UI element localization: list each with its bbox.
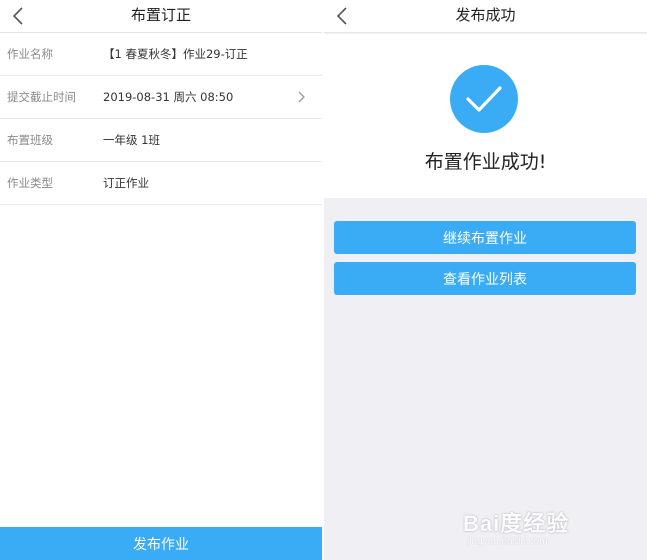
row-value: 订正作业 xyxy=(103,176,149,190)
row-homework-name: 作业名称 【1 春夏秋冬】作业29-订正 xyxy=(0,33,322,76)
watermark-url: jingyan.baidu.com xyxy=(467,536,548,547)
success-message: 布置作业成功! xyxy=(424,151,547,173)
row-label: 布置班级 xyxy=(7,133,53,147)
page-title: 发布成功 xyxy=(455,6,516,24)
publish-success-screen: 发布成功 布置作业成功! 继续布置作业 查看作业列表 Bai度经验 jingya… xyxy=(324,0,647,560)
assign-correction-screen: 布置订正 作业名称 【1 春夏秋冬】作业29-订正 提交截止时间 2019-08… xyxy=(0,0,322,560)
publish-homework-button[interactable]: 发布作业 xyxy=(0,527,322,560)
watermark: Bai度经验 jingyan.baidu.com xyxy=(463,506,613,550)
check-icon xyxy=(466,86,502,112)
chevron-right-icon xyxy=(298,91,305,103)
success-badge xyxy=(450,65,518,133)
success-panel: 布置作业成功! xyxy=(324,34,647,198)
row-deadline[interactable]: 提交截止时间 2019-08-31 周六 08:50 xyxy=(0,76,322,119)
row-value: 【1 春夏秋冬】作业29-订正 xyxy=(103,47,248,61)
view-homework-list-button[interactable]: 查看作业列表 xyxy=(334,262,636,295)
watermark-logo: Bai度经验 xyxy=(463,511,570,536)
nav-bar: 发布成功 xyxy=(324,0,647,33)
screenshot-root: 布置订正 作业名称 【1 春夏秋冬】作业29-订正 提交截止时间 2019-08… xyxy=(0,0,647,560)
row-label: 提交截止时间 xyxy=(7,90,76,104)
row-homework-type: 作业类型 订正作业 xyxy=(0,162,322,205)
page-title: 布置订正 xyxy=(130,6,191,24)
row-value: 2019-08-31 周六 08:50 xyxy=(103,90,234,104)
row-label: 作业名称 xyxy=(7,47,53,61)
row-label: 作业类型 xyxy=(7,176,53,190)
continue-assign-button[interactable]: 继续布置作业 xyxy=(334,221,636,254)
row-class: 布置班级 一年级 1班 xyxy=(0,119,322,162)
nav-bar: 布置订正 xyxy=(0,0,322,33)
row-value: 一年级 1班 xyxy=(103,133,160,147)
